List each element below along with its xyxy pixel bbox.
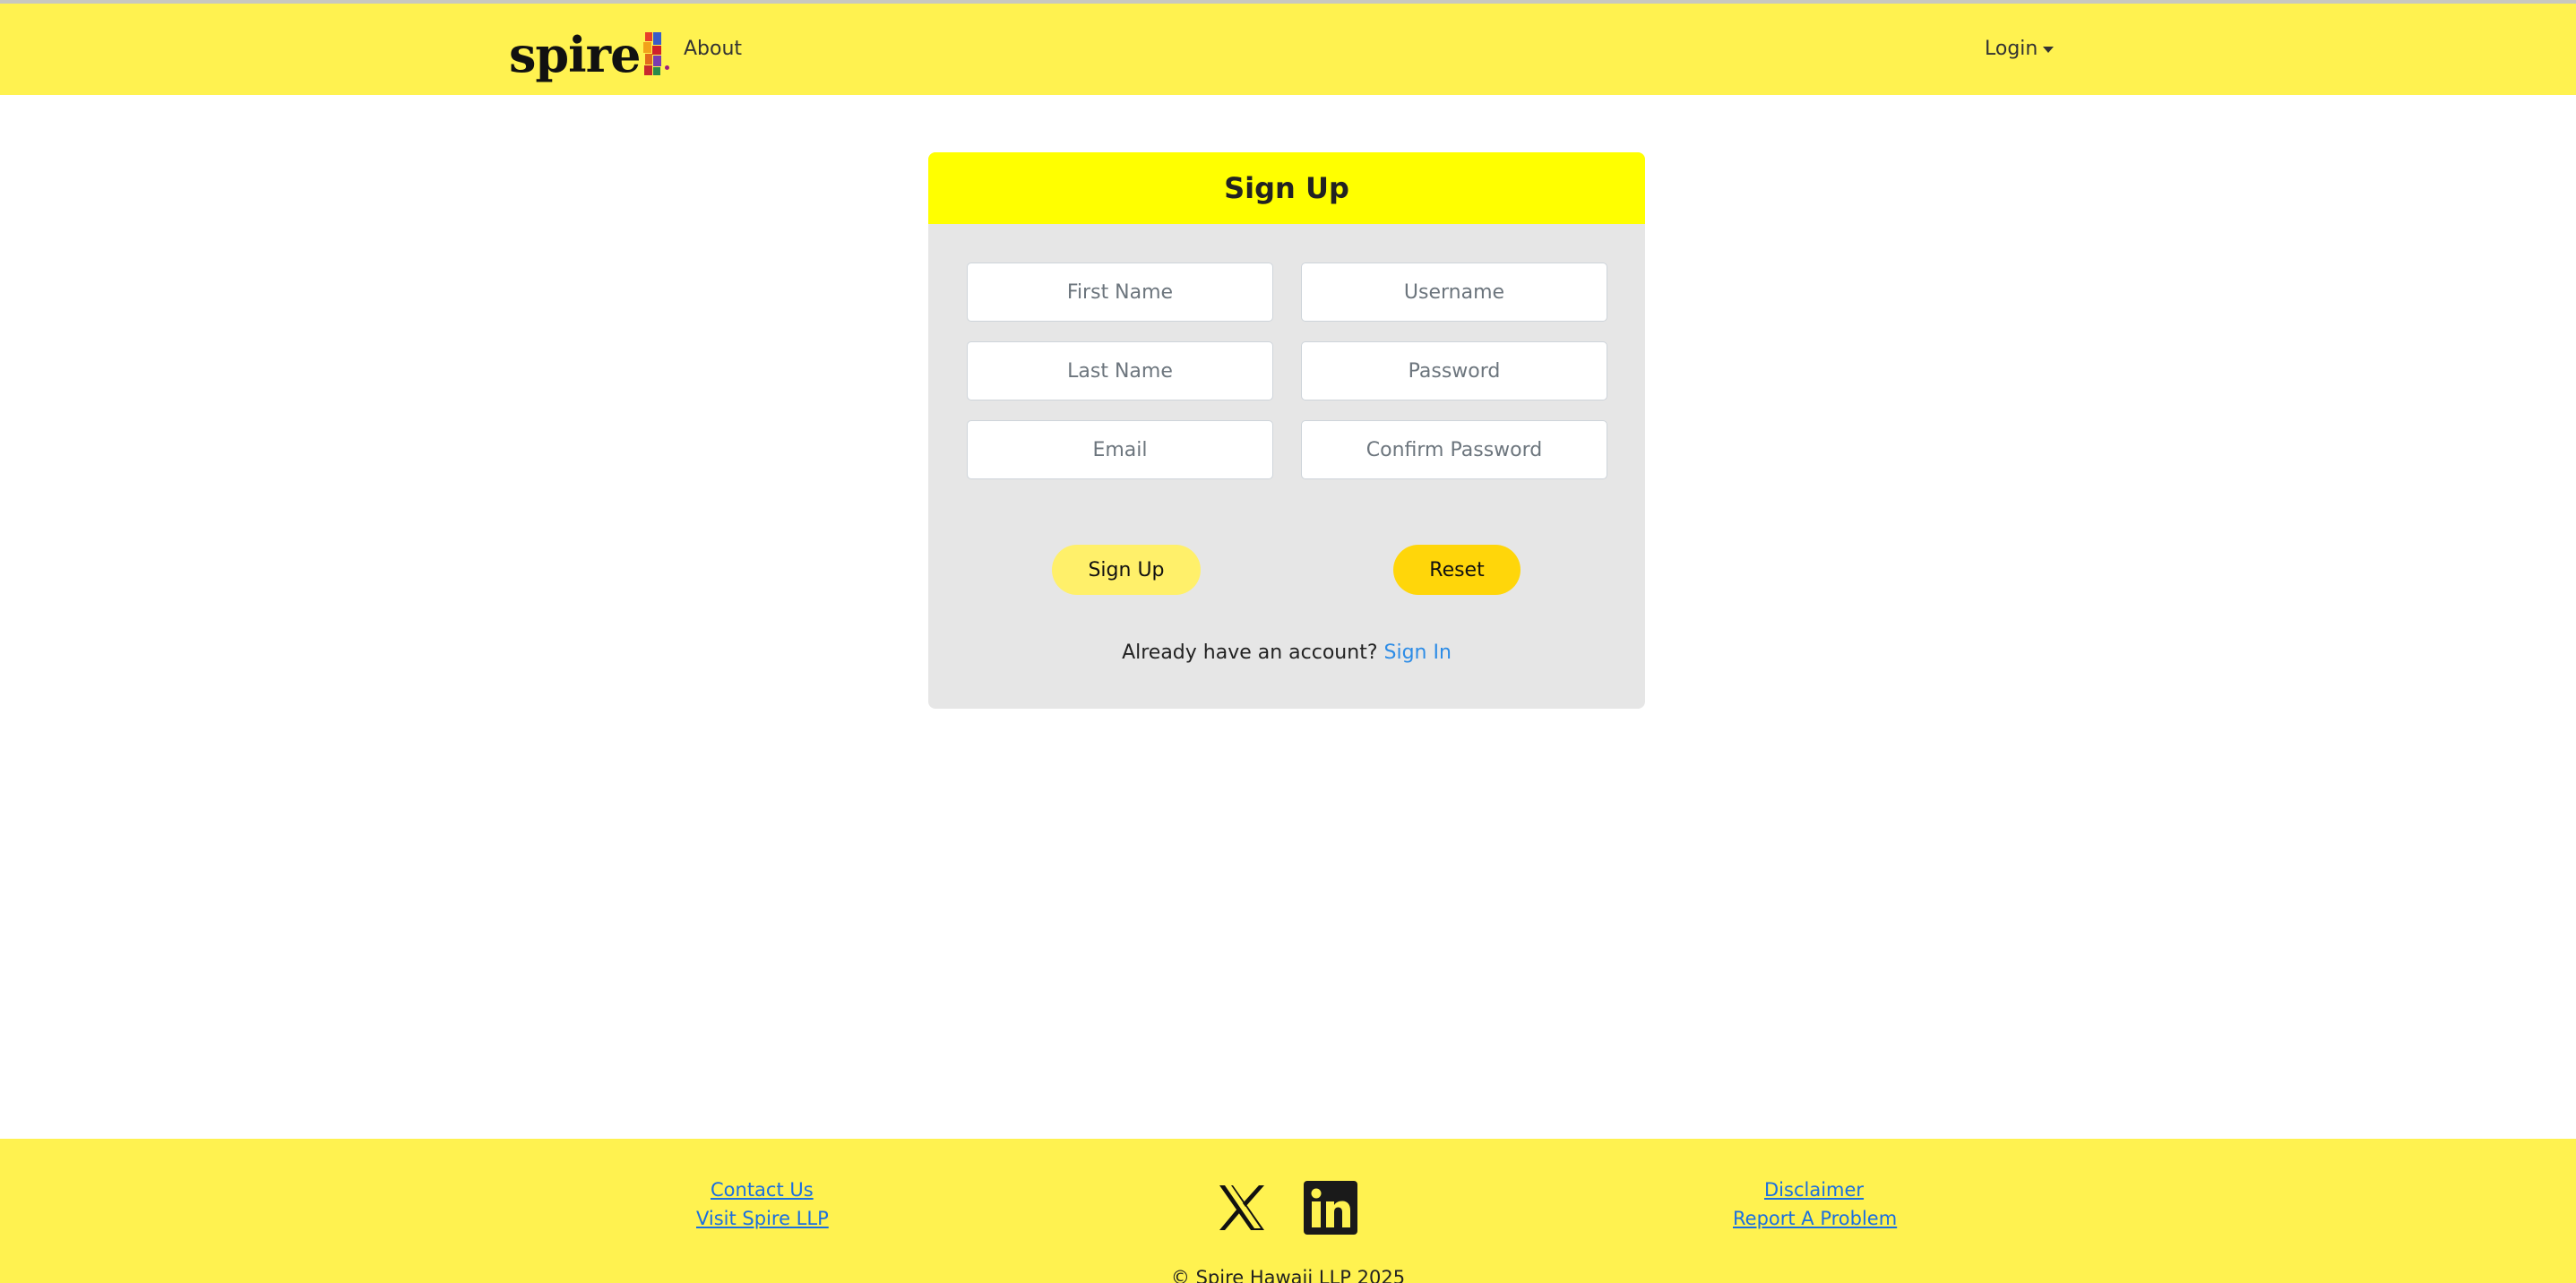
disclaimer-link[interactable]: Disclaimer (1764, 1179, 1864, 1201)
signup-card-header: Sign Up (928, 152, 1645, 224)
reset-button[interactable]: Reset (1393, 545, 1521, 595)
copyright-text: © Spire Hawaii LLP 2025 (1170, 1267, 1406, 1283)
x-icon[interactable] (1215, 1181, 1269, 1235)
signup-title: Sign Up (1224, 171, 1349, 205)
page: spire About Login Sign Up First Name Use… (0, 0, 2576, 1283)
caret-down-icon (2043, 47, 2055, 53)
signup-button[interactable]: Sign Up (1052, 545, 1201, 595)
signin-prompt: Already have an account? Sign In (928, 642, 1645, 664)
brand-logo[interactable]: spire (509, 20, 670, 83)
visit-spire-link[interactable]: Visit Spire LLP (696, 1208, 829, 1229)
signin-link[interactable]: Sign In (1384, 642, 1452, 664)
linkedin-icon[interactable] (1304, 1181, 1357, 1235)
brand-mark-icon (643, 32, 670, 75)
navbar: spire About Login (0, 4, 2576, 95)
login-dropdown[interactable]: Login (1985, 38, 2055, 60)
contact-us-link[interactable]: Contact Us (711, 1179, 814, 1201)
password-input[interactable] (1301, 341, 1607, 400)
first-name-input[interactable] (967, 263, 1273, 322)
login-label: Login (1985, 38, 2038, 60)
last-name-input[interactable] (967, 341, 1273, 400)
email-input[interactable] (967, 420, 1273, 479)
report-problem-link[interactable]: Report A Problem (1733, 1208, 1897, 1229)
account-prompt-text: Already have an account? (1122, 642, 1378, 664)
footer: Contact Us Visit Spire LLP Disclaimer Re… (0, 1139, 2576, 1283)
nav-about-link[interactable]: About (684, 38, 742, 60)
brand-name: spire (509, 26, 641, 83)
signup-card: Sign Up Sign Up Reset Already have an ac… (928, 152, 1645, 709)
username-input[interactable] (1301, 263, 1607, 322)
confirm-password-input[interactable] (1301, 420, 1607, 479)
